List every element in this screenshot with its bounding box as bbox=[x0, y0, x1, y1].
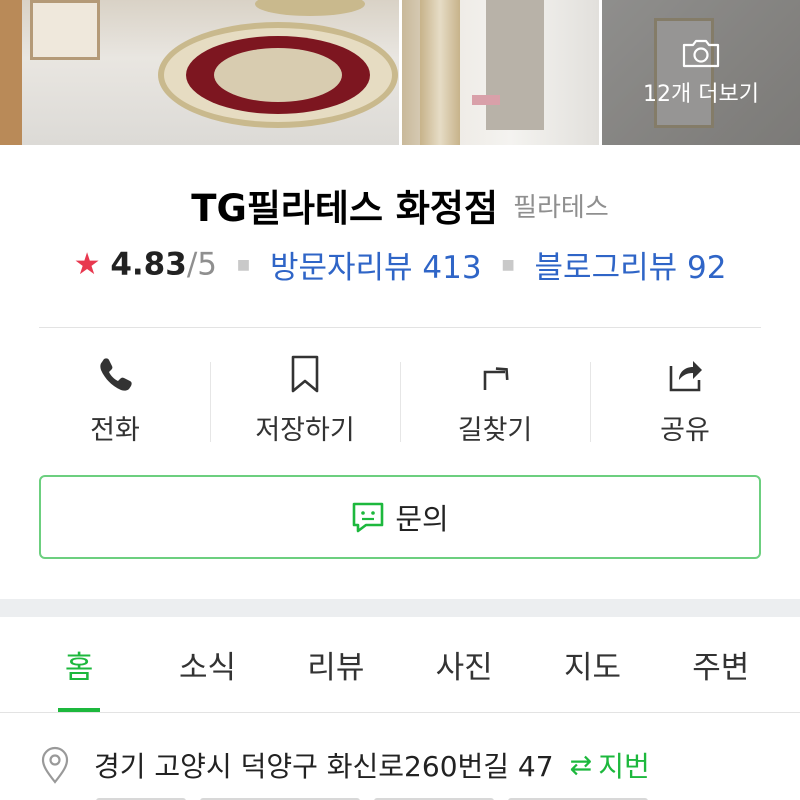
inquiry-label: 문의 bbox=[395, 502, 449, 536]
camera-icon bbox=[682, 39, 720, 67]
share-button[interactable]: 공유 bbox=[590, 350, 780, 450]
photo-thumbnail-3[interactable]: 12개 더보기 bbox=[602, 0, 800, 145]
rating-row: ★ 4.83/5 ■ 방문자리뷰 413 ■ 블로그리뷰 92 bbox=[0, 242, 800, 287]
tab-bar: 홈 소식 리뷰 사진 지도 주변 bbox=[0, 617, 800, 713]
truncated-next-line bbox=[96, 793, 716, 800]
tab-map[interactable]: 지도 bbox=[528, 617, 656, 712]
share-icon bbox=[669, 360, 702, 391]
tab-news[interactable]: 소식 bbox=[143, 617, 271, 712]
place-name: TG필라테스 화정점 bbox=[191, 187, 498, 230]
section-separator bbox=[0, 599, 800, 617]
address-text: 경기 고양시 덕양구 화신로260번길 47 bbox=[94, 750, 554, 783]
visitor-reviews-link[interactable]: 방문자리뷰 413 bbox=[270, 250, 482, 286]
call-label: 전화 bbox=[90, 414, 140, 446]
photo-thumbnail-1[interactable] bbox=[0, 0, 399, 145]
blog-reviews-link[interactable]: 블로그리뷰 92 bbox=[535, 250, 727, 286]
star-icon: ★ bbox=[73, 247, 101, 282]
rating-score: 4.83 bbox=[110, 246, 187, 283]
tab-reviews[interactable]: 리뷰 bbox=[272, 617, 400, 712]
photo-strip[interactable]: 12개 더보기 bbox=[0, 0, 800, 145]
divider bbox=[39, 327, 761, 328]
tab-nearby[interactable]: 주변 bbox=[657, 617, 785, 712]
directions-button[interactable]: 길찾기 bbox=[400, 350, 590, 450]
rating-max: /5 bbox=[186, 246, 217, 283]
chat-icon bbox=[353, 502, 384, 533]
save-button[interactable]: 저장하기 bbox=[210, 350, 400, 450]
share-label: 공유 bbox=[660, 414, 710, 446]
bookmark-icon bbox=[291, 355, 319, 392]
phone-icon bbox=[100, 357, 132, 391]
inquiry-button[interactable]: 문의 bbox=[39, 475, 761, 559]
address-row: 경기 고양시 덕양구 화신로260번길 47 ⇄ 지번 bbox=[40, 745, 780, 785]
separator-dot: ■ bbox=[236, 256, 251, 273]
location-pin-icon bbox=[41, 746, 69, 784]
jibun-toggle[interactable]: 지번 bbox=[598, 745, 650, 785]
save-label: 저장하기 bbox=[255, 414, 355, 446]
directions-label: 길찾기 bbox=[457, 414, 533, 446]
tab-photos[interactable]: 사진 bbox=[400, 617, 528, 712]
title-row: TG필라테스 화정점 필라테스 bbox=[0, 178, 800, 232]
call-button[interactable]: 전화 bbox=[20, 350, 210, 450]
directions-icon bbox=[483, 366, 509, 390]
swap-arrows-icon[interactable]: ⇄ bbox=[570, 750, 593, 781]
place-category: 필라테스 bbox=[513, 192, 609, 223]
action-bar: 전화 저장하기 길찾기 공유 bbox=[20, 350, 780, 450]
more-photos-label: 12개 더보기 bbox=[643, 81, 759, 107]
separator-dot: ■ bbox=[501, 256, 515, 273]
tab-home[interactable]: 홈 bbox=[15, 617, 143, 712]
photo-thumbnail-2[interactable] bbox=[402, 0, 599, 145]
more-photos-button[interactable]: 12개 더보기 bbox=[602, 0, 800, 145]
